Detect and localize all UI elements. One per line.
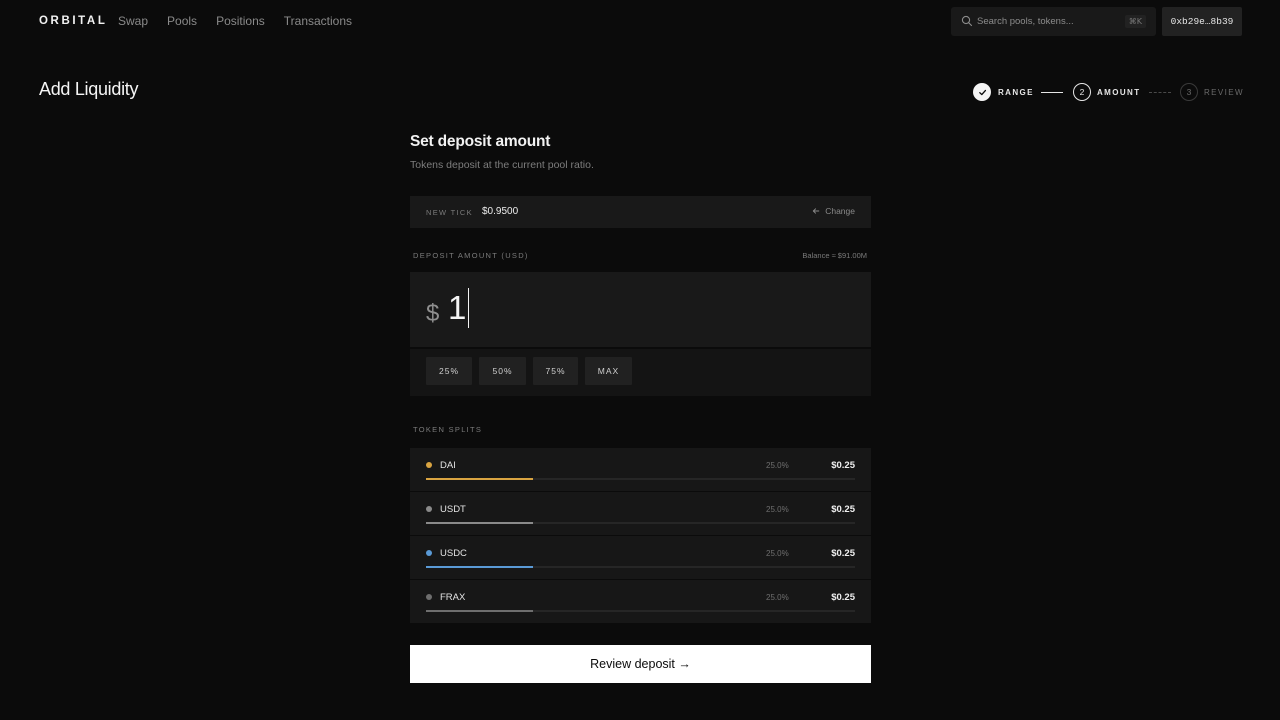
- token-percent: 25.0%: [766, 505, 789, 514]
- share-bar-fill: [426, 566, 534, 568]
- text-caret: [468, 288, 470, 328]
- deposit-amount-label: DEPOSIT AMOUNT (USD): [413, 251, 529, 260]
- section-subtitle: Tokens deposit at the current pool ratio…: [410, 159, 594, 171]
- amount-input[interactable]: 1: [448, 288, 470, 328]
- share-bar-track: [426, 478, 855, 480]
- search-input[interactable]: [977, 13, 1117, 30]
- step-connector: [1149, 92, 1171, 93]
- step-review-number: 3: [1180, 83, 1198, 101]
- step-range-label: RANGE: [998, 88, 1034, 97]
- step-range-check: [973, 83, 991, 101]
- share-bar-fill: [426, 478, 534, 480]
- split-row-usdc: USDC 25.0% $0.25: [410, 536, 871, 579]
- preset-25-button[interactable]: 25%: [426, 357, 472, 385]
- preset-75-button[interactable]: 75%: [533, 357, 578, 385]
- token-amount: $0.25: [831, 548, 855, 559]
- brand-logo[interactable]: ORBITAL: [39, 15, 107, 27]
- share-bar-track: [426, 566, 855, 568]
- amount-value: 1: [448, 289, 467, 326]
- token-color-dot: [426, 594, 432, 600]
- token-splits-label: TOKEN SPLITS: [413, 425, 483, 434]
- section-title: Set deposit amount: [410, 133, 551, 150]
- share-bar-fill: [426, 522, 534, 524]
- share-bar-fill: [426, 610, 534, 612]
- share-bar-track: [426, 522, 855, 524]
- step-review-label: REVIEW: [1204, 88, 1244, 97]
- wallet-button[interactable]: 0xb29e…8b39: [1162, 7, 1242, 36]
- check-icon: [978, 89, 986, 95]
- token-amount: $0.25: [831, 504, 855, 515]
- step-amount-number: 2: [1073, 83, 1091, 101]
- token-name: DAI: [440, 460, 456, 471]
- split-row-frax: FRAX 25.0% $0.25: [410, 580, 871, 623]
- nav-link-pools[interactable]: Pools: [167, 14, 197, 28]
- new-tick-bar: NEW TICK $0.9500 Change: [410, 196, 871, 228]
- search-box[interactable]: ⌘K: [951, 7, 1156, 36]
- change-tick-button[interactable]: Change: [812, 206, 855, 216]
- token-color-dot: [426, 506, 432, 512]
- nav-link-swap[interactable]: Swap: [118, 14, 148, 28]
- new-tick-value: $0.9500: [482, 206, 519, 217]
- token-color-dot: [426, 462, 432, 468]
- top-nav: ORBITAL Swap Pools Positions Transaction…: [0, 0, 1280, 44]
- nav-links: Swap Pools Positions Transactions: [118, 14, 352, 28]
- token-name: USDT: [440, 504, 466, 515]
- nav-link-transactions[interactable]: Transactions: [284, 14, 352, 28]
- balance-text: Balance ≈ $91.00M: [802, 251, 867, 260]
- token-percent: 25.0%: [766, 593, 789, 602]
- nav-link-positions[interactable]: Positions: [216, 14, 265, 28]
- token-percent: 25.0%: [766, 549, 789, 558]
- arrow-left-icon: [813, 208, 820, 214]
- review-deposit-button[interactable]: Review deposit →: [410, 645, 871, 683]
- search-shortcut: ⌘K: [1124, 15, 1146, 28]
- token-amount: $0.25: [831, 460, 855, 471]
- step-amount-label: AMOUNT: [1097, 88, 1141, 97]
- split-row-usdt: USDT 25.0% $0.25: [410, 492, 871, 535]
- token-name: FRAX: [440, 592, 466, 603]
- search-icon: [961, 15, 973, 27]
- preset-50-button[interactable]: 50%: [479, 357, 526, 385]
- token-color-dot: [426, 550, 432, 556]
- token-percent: 25.0%: [766, 461, 789, 470]
- stepper: RANGE 2 AMOUNT 3 REVIEW: [973, 83, 1243, 102]
- amount-input-box[interactable]: $ 1: [410, 272, 871, 347]
- token-amount: $0.25: [831, 592, 855, 603]
- split-row-dai: DAI 25.0% $0.25: [410, 448, 871, 491]
- new-tick-label: NEW TICK: [426, 208, 473, 217]
- change-label: Change: [825, 206, 855, 216]
- preset-max-button[interactable]: MAX: [585, 357, 632, 385]
- currency-symbol: $: [426, 300, 440, 327]
- token-name: USDC: [440, 548, 467, 559]
- share-bar-track: [426, 610, 855, 612]
- preset-row: 25% 50% 75% MAX: [410, 349, 871, 396]
- step-connector: [1041, 92, 1063, 93]
- page-title: Add Liquidity: [39, 79, 139, 99]
- token-splits-list: DAI 25.0% $0.25 USDT 25.0% $0.25 USDC 25…: [410, 448, 871, 623]
